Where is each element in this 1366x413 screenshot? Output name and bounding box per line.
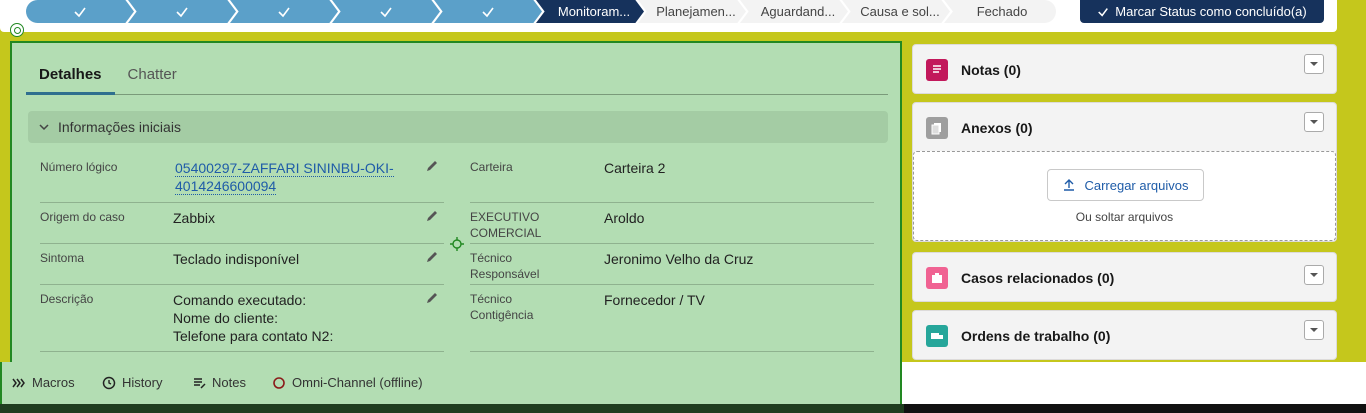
field-value: Zabbix xyxy=(173,210,216,226)
tab-chatter[interactable]: Chatter xyxy=(115,63,190,95)
field-value: Comando executado: Nome do cliente: Tele… xyxy=(173,292,334,344)
status-path: Monitoram... Planejamen... Aguardand... … xyxy=(0,0,1337,32)
field-label: Carteira xyxy=(470,160,513,174)
notas-dropdown-button[interactable] xyxy=(1304,54,1324,74)
upload-icon xyxy=(1064,179,1075,191)
path-step-complete-5[interactable] xyxy=(434,0,542,23)
casos-relacionados-title[interactable]: Casos relacionados (0) xyxy=(961,270,1114,286)
chevron-down-icon xyxy=(1310,120,1318,124)
notes-icon xyxy=(194,377,206,389)
section-title: Informações iniciais xyxy=(58,119,181,135)
field-value: Carteira 2 xyxy=(604,160,666,176)
ordens-de-trabalho-card: Ordens de trabalho (0) xyxy=(912,310,1337,360)
notes-icon xyxy=(926,59,948,81)
pencil-edit-icon[interactable] xyxy=(425,291,439,305)
pencil-edit-icon[interactable] xyxy=(425,159,439,173)
numero-logico-link[interactable]: 05400297-ZAFFARI SININBU-OKI- 40142466000… xyxy=(175,160,394,195)
chevron-down-icon xyxy=(39,124,49,131)
path-step-planejamento[interactable]: Planejamen... xyxy=(638,0,746,23)
field-label: Número lógico xyxy=(40,160,118,174)
mark-status-complete-button[interactable]: Marcar Status como concluído(a) xyxy=(1080,0,1324,23)
field-value: 05400297-ZAFFARI SININBU-OKI- 40142466000… xyxy=(175,159,415,195)
chevron-down-icon xyxy=(1310,328,1318,332)
check-icon xyxy=(278,7,290,17)
briefcase-icon xyxy=(926,267,948,289)
macros-icon xyxy=(12,378,25,387)
path-step-fechado[interactable]: Fechado xyxy=(944,0,1056,23)
ordens-de-trabalho-title[interactable]: Ordens de trabalho (0) xyxy=(961,328,1110,344)
taskbar-highlight xyxy=(0,404,904,413)
field-value: Aroldo xyxy=(604,210,645,226)
path-step-complete-1[interactable] xyxy=(26,0,134,23)
field-value: Jeronimo Velho da Cruz xyxy=(604,251,754,267)
utility-macros[interactable]: Macros xyxy=(12,375,75,390)
record-tabs: Detalhes Chatter xyxy=(26,63,888,95)
notas-card: Notas (0) xyxy=(912,44,1337,94)
field-tecnico-contigencia: Técnico Contigência Fornecedor / TV xyxy=(470,291,874,353)
field-value: Fornecedor / TV xyxy=(604,292,705,308)
field-carteira: Carteira Carteira 2 xyxy=(470,159,874,203)
mark-status-complete-label: Marcar Status como concluído(a) xyxy=(1115,4,1307,19)
chevron-down-icon xyxy=(1310,273,1318,277)
drop-files-text: Ou soltar arquivos xyxy=(1075,210,1174,224)
field-value: Teclado indisponível xyxy=(173,251,300,267)
path-step-current[interactable]: Monitoram... xyxy=(536,0,644,23)
casos-dropdown-button[interactable] xyxy=(1304,265,1324,285)
field-label: Técnico Responsável xyxy=(470,251,540,281)
file-drop-zone[interactable]: Carregar arquivos Ou soltar arquivos xyxy=(913,151,1336,241)
clock-icon xyxy=(102,376,116,389)
field-executivo-comercial: EXECUTIVO COMERCIAL Aroldo xyxy=(470,209,874,245)
truck-icon xyxy=(926,325,948,347)
field-sintoma: Sintoma Teclado indisponível xyxy=(40,250,444,286)
ordens-dropdown-button[interactable] xyxy=(1304,320,1324,340)
pencil-edit-icon[interactable] xyxy=(425,209,439,223)
offline-status-icon xyxy=(273,376,285,389)
path-step-aguardando[interactable]: Aguardand... xyxy=(740,0,848,23)
field-numero-logico: Número lógico 05400297-ZAFFARI SININBU-O… xyxy=(40,159,444,203)
target-icon xyxy=(10,23,24,37)
anexos-title[interactable]: Anexos (0) xyxy=(961,120,1033,136)
casos-relacionados-card: Casos relacionados (0) xyxy=(912,252,1337,302)
field-label: Sintoma xyxy=(40,251,85,265)
case-detail-card: Detalhes Chatter Informações iniciais Nú… xyxy=(10,41,902,413)
field-descricao: Descrição Comando executado: Nome do cli… xyxy=(40,291,444,353)
check-icon xyxy=(74,7,86,17)
upload-files-label: Carregar arquivos xyxy=(1084,177,1189,193)
pencil-edit-icon[interactable] xyxy=(425,250,439,264)
check-icon xyxy=(176,7,188,17)
chevron-down-icon xyxy=(1310,62,1318,66)
utility-bar-highlight: Macros History Notes Omni-Channel (offli… xyxy=(0,362,902,404)
os-taskbar xyxy=(0,404,1366,413)
utility-history[interactable]: History xyxy=(102,375,162,390)
check-icon xyxy=(380,7,392,17)
utility-notes[interactable]: Notes xyxy=(192,375,246,390)
field-label: Técnico Contigência xyxy=(470,292,534,322)
path-step-complete-3[interactable] xyxy=(230,0,338,23)
check-icon xyxy=(482,7,494,17)
page-scroll-edge xyxy=(1351,0,1366,362)
field-label: EXECUTIVO COMERCIAL xyxy=(470,210,542,240)
field-tecnico-responsavel: Técnico Responsável Jeronimo Velho da Cru… xyxy=(470,250,874,286)
field-label: Descrição xyxy=(40,292,94,306)
field-origem-do-caso: Origem do caso Zabbix xyxy=(40,209,444,245)
files-icon xyxy=(926,117,948,139)
path-step-complete-4[interactable] xyxy=(332,0,440,23)
check-icon xyxy=(1098,7,1109,17)
upload-files-button[interactable]: Carregar arquivos xyxy=(1047,169,1204,201)
notas-title[interactable]: Notas (0) xyxy=(961,62,1021,78)
utility-omni-channel[interactable]: Omni-Channel (offline) xyxy=(272,375,423,390)
utility-bar: Macros History Notes Omni-Channel (offli… xyxy=(0,362,1366,404)
field-label: Origem do caso xyxy=(40,210,125,224)
path-step-causa-solucao[interactable]: Causa e sol... xyxy=(842,0,950,23)
path-step-complete-2[interactable] xyxy=(128,0,236,23)
crosshair-icon xyxy=(450,237,464,251)
section-header-informacoes-iniciais[interactable]: Informações iniciais xyxy=(28,111,888,143)
tab-details[interactable]: Detalhes xyxy=(26,63,115,95)
anexos-dropdown-button[interactable] xyxy=(1304,112,1324,132)
